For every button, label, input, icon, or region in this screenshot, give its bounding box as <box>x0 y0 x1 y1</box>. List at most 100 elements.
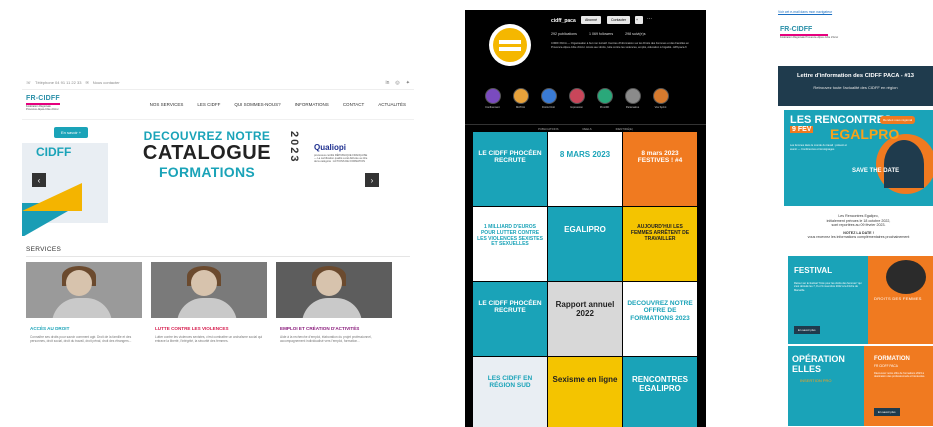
follow-button[interactable]: Abonné <box>581 16 602 24</box>
services-cards: ACCÈS AU DROIT Connaître ses droits pour… <box>22 262 414 344</box>
story-highlight[interactable]: Impression <box>567 88 586 109</box>
topbar-phone[interactable]: Téléphone 04 91 11 22 33 <box>35 80 81 85</box>
formation-more-button[interactable]: En savoir plus <box>874 408 900 416</box>
highlight-cover <box>540 88 557 104</box>
post-tile[interactable]: LE CIDFF PHOCÉEN RECRUTE <box>473 132 547 206</box>
egalipro-save: SAVE THE DATE <box>852 168 900 174</box>
more-options-icon[interactable]: ··· <box>647 16 652 22</box>
post-caption: EGALIPRO <box>564 225 606 234</box>
post-tile[interactable]: Sexisme en ligne <box>548 357 622 427</box>
post-tile[interactable]: 1 MILLIARD D'EUROS POUR LUTTER CONTRE LE… <box>473 207 547 281</box>
post-tile[interactable]: Rapport annuel 2022 <box>548 282 622 356</box>
menu-item-services[interactable]: NOS SERVICES <box>150 102 184 107</box>
operation-sub: INSERTION PRO <box>800 378 832 383</box>
linkedin-icon[interactable]: in <box>386 80 390 86</box>
post-caption: Sexisme en ligne <box>552 375 618 384</box>
newsletter-subtitle: Retrouvez toute l'actualité des CIDFF en… <box>813 85 898 90</box>
post-tile[interactable]: AUJOURD'HUI LES FEMMES ARRÊTENT DE TRAVA… <box>623 207 697 281</box>
newsletter-logo-tagline: Fédération Régionale Provence-Alpes-Côte… <box>780 36 839 39</box>
story-highlight[interactable]: Vos Sprint <box>651 88 670 109</box>
carousel-next-icon[interactable]: › <box>365 173 379 187</box>
festival-block: FESTIVAL Retour sur le festival "Ciné po… <box>788 256 933 344</box>
formation-title: FORMATION <box>874 356 910 362</box>
post-tile[interactable]: EGALIPRO <box>548 207 622 281</box>
post-tile[interactable]: LES CIDFF EN RÉGION SUD <box>473 357 547 427</box>
post-caption: Rapport annuel 2022 <box>555 300 615 319</box>
view-in-browser-link[interactable]: Voir cet e-mail dans mon navigateur <box>778 10 933 14</box>
profile-tabs: PUBLICATIONS REELS IDENTIFIÉ(E) <box>465 124 706 132</box>
post-tile[interactable]: LE CIDFF PHOCÉEN RECRUTE <box>473 282 547 356</box>
egalipro-line1: LES RENCONTRES <box>790 114 892 126</box>
stat-posts: 292 publications <box>551 32 577 36</box>
contact-button[interactable]: Contacter <box>607 16 631 24</box>
post-tile[interactable]: 8 mars 2023 FESTIVES ! #4 <box>623 132 697 206</box>
post-caption: DECOUVREZ NOTRE OFFRE DE FORMATIONS 2023 <box>627 300 693 322</box>
site-logo[interactable]: FR-CIDFF Fédération Régionale Provence-A… <box>26 95 62 115</box>
story-highlight[interactable]: Partenaires <box>623 88 642 109</box>
topbar-contact[interactable]: Nous contacter <box>93 80 120 85</box>
mail-icon: ✉ <box>85 80 89 85</box>
menu-item-news[interactable]: ACTUALITÉS <box>378 102 406 107</box>
menu-item-cidff[interactable]: LES CIDFF <box>197 102 220 107</box>
instagram-profile-header: cidff_paca Abonné Contacter + ··· 292 pu… <box>465 10 706 109</box>
post-caption: AUJOURD'HUI LES FEMMES ARRÊTENT DE TRAVA… <box>630 224 690 242</box>
profile-stats: 292 publications 1 069 followers 298 sui… <box>551 32 646 36</box>
service-desc-law: Connaître ses droits pour savoir comment… <box>30 335 132 344</box>
logo-name: FR-CIDFF <box>26 94 60 102</box>
instagram-icon[interactable]: ◎ <box>395 80 399 86</box>
egalipro-desc: Les femmes dans le monde du travail : pr… <box>790 144 847 151</box>
add-person-icon[interactable]: + <box>635 16 643 24</box>
qualiopi-badge: Qualiopi processus certifié RÉPUBLIQUE F… <box>314 143 369 163</box>
website-topbar: ☏ Téléphone 04 91 11 22 33 ✉ Nous contac… <box>22 76 414 90</box>
highlight-cover <box>512 88 529 104</box>
festival-more-button[interactable]: En savoir plus <box>794 326 820 334</box>
service-photo-law <box>26 262 142 318</box>
story-highlight[interactable]: ProxiDF <box>595 88 614 109</box>
hero-line3: FORMATIONS <box>158 164 256 180</box>
operation-image: OPÉRATION ELLES INSERTION PRO <box>788 346 864 426</box>
profile-avatar[interactable] <box>489 24 531 66</box>
menu-item-informations[interactable]: INFORMATIONS <box>295 102 329 107</box>
service-title-employment[interactable]: EMPLOI ET CRÉATION D'ACTIVITÉS <box>280 326 392 331</box>
menu-item-contact[interactable]: CONTACT <box>343 102 364 107</box>
services-heading: SERVICES <box>26 246 62 253</box>
service-card-law[interactable]: ACCÈS AU DROIT Connaître ses droits pour… <box>26 262 142 344</box>
service-photo-violence <box>151 262 267 318</box>
newsletter-title: Lettre d'information des CIDFF PACA - #1… <box>796 73 914 79</box>
highlight-label: Confinement <box>485 106 500 109</box>
twitter-icon[interactable]: ✦ <box>406 80 410 86</box>
festival-image: DROITS DES FEMMES <box>868 256 933 344</box>
carousel-prev-icon[interactable]: ‹ <box>32 173 46 187</box>
highlight-cover <box>624 88 641 104</box>
service-title-violence[interactable]: LUTTE CONTRE LES VIOLENCES <box>155 326 267 331</box>
egalipro-announcement: Les Rencontres Egalipro, initialement pr… <box>786 214 931 240</box>
announce-line5: vous recevrez les informations complémen… <box>807 235 910 240</box>
menu-item-about[interactable]: QUI SOMMES-NOUS? <box>234 102 280 107</box>
story-highlights: Confinement MATCH Droits Droit Impression Pr… <box>483 88 670 109</box>
story-highlight[interactable]: Confinement <box>483 88 502 109</box>
post-tile[interactable]: DECOUVREZ NOTRE OFFRE DE FORMATIONS 2023 <box>623 282 697 356</box>
qualiopi-subtitle: processus certifié RÉPUBLIQUE FRANÇAISE … <box>314 154 368 163</box>
egalipro-line2: EGALPRO <box>830 126 900 142</box>
service-title-law[interactable]: ACCÈS AU DROIT <box>30 326 142 331</box>
egalipro-banner[interactable]: LES RENCONTRES 9 FEV EGALPRO Les femmes … <box>784 110 933 206</box>
newsletter-panel: Voir cet e-mail dans mon navigateur FR-C… <box>776 10 933 427</box>
festival-title: FESTIVAL <box>794 266 833 275</box>
stat-followers[interactable]: 1 069 followers <box>589 32 613 36</box>
stat-following[interactable]: 298 suivi(e)s <box>625 32 645 36</box>
hero-learn-more-button[interactable]: En savoir + <box>54 127 89 138</box>
post-tile[interactable]: 8 MARS 2023 <box>548 132 622 206</box>
service-desc-employment: Aide à la recherche d'emploi, élaboratio… <box>280 335 372 344</box>
post-caption: 1 MILLIARD D'EUROS POUR LUTTER CONTRE LE… <box>477 224 543 248</box>
service-card-employment[interactable]: EMPLOI ET CRÉATION D'ACTIVITÉS Aide à la… <box>276 262 392 344</box>
highlight-label: Droits Droit <box>542 106 555 109</box>
post-tile[interactable]: RENCONTRES EGALIPRO <box>623 357 697 427</box>
story-highlight[interactable]: Droits Droit <box>539 88 558 109</box>
egalipro-date: 9 FEV <box>790 126 814 133</box>
operation-title: OPÉRATION ELLES <box>792 354 845 374</box>
service-card-violence[interactable]: LUTTE CONTRE LES VIOLENCES Lutter contre… <box>151 262 267 344</box>
profile-bio: CIDFF PACA — Organisation à but non lucr… <box>551 42 690 49</box>
post-caption: RENCONTRES EGALIPRO <box>631 375 688 394</box>
highlight-cover <box>652 88 669 104</box>
story-highlight[interactable]: MATCH <box>511 88 530 109</box>
